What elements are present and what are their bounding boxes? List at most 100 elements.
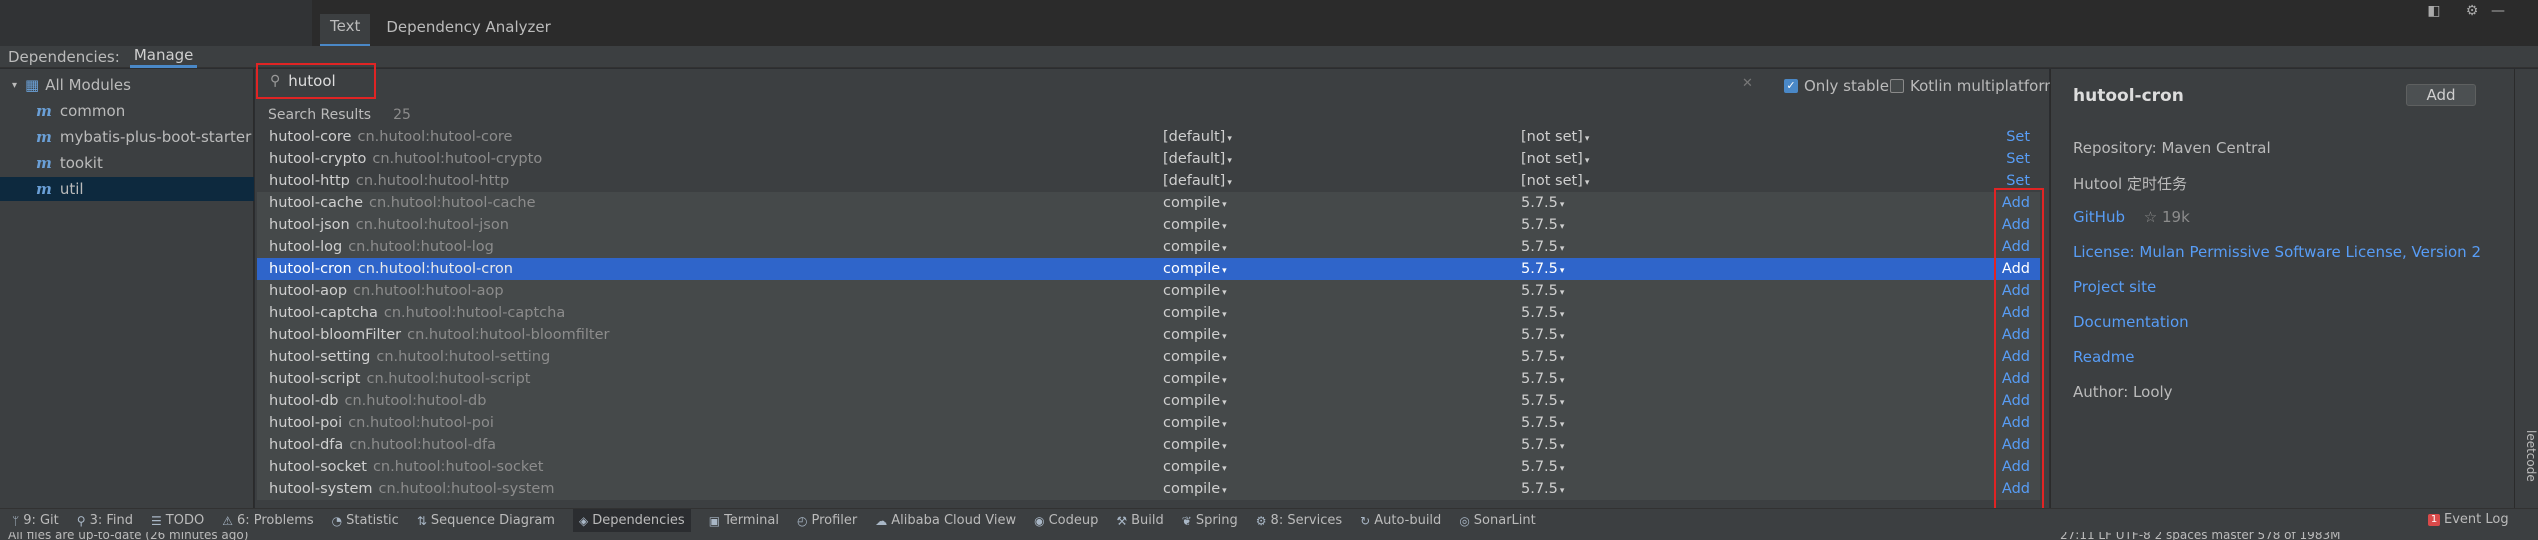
tool-button-3-find[interactable]: ⚲ 3: Find [77, 513, 133, 528]
scope-dropdown[interactable]: compile ▾ [1163, 239, 1227, 255]
scope-dropdown[interactable]: compile ▾ [1163, 327, 1227, 343]
version-dropdown[interactable]: 5.7.5 ▾ [1521, 217, 1564, 233]
kotlin-multiplatform-checkbox[interactable]: Kotlin multiplatform [1890, 77, 2059, 95]
table-row[interactable]: hutool-cache cn.hutool:hutool-cache compil… [257, 192, 2040, 214]
only-stable-checkbox[interactable]: ✓ Only stable [1784, 77, 1889, 95]
tab-manage[interactable]: Manage [129, 46, 198, 68]
close-icon[interactable]: ✕ [1742, 76, 1753, 91]
add-button[interactable]: Add [2002, 437, 2030, 453]
license-link[interactable]: License: Mulan Permissive Software Licen… [2073, 243, 2481, 261]
table-row[interactable]: hutool-script cn.hutool:hutool-script comp… [257, 368, 2040, 390]
add-button[interactable]: Add [2002, 305, 2030, 321]
tab-dependency-analyzer[interactable]: Dependency Analyzer [376, 14, 560, 46]
set-button[interactable]: Set [2006, 173, 2030, 189]
version-dropdown[interactable]: 5.7.5 ▾ [1521, 349, 1564, 365]
scope-dropdown[interactable]: compile ▾ [1163, 481, 1227, 497]
scope-dropdown[interactable]: compile ▾ [1163, 349, 1227, 365]
tool-button-terminal[interactable]: ▣ Terminal [709, 513, 779, 528]
add-button[interactable]: Add [2002, 239, 2030, 255]
table-row[interactable]: hutool-bloomFilter cn.hutool:hutool-bloom… [257, 324, 2040, 346]
add-button[interactable]: Add [2002, 349, 2030, 365]
add-button[interactable]: Add [2002, 195, 2030, 211]
table-row[interactable]: hutool-db cn.hutool:hutool-db compile ▾ 5.7.… [257, 390, 2040, 412]
tool-button-9-git[interactable]: ᛘ 9: Git [12, 513, 59, 528]
version-dropdown[interactable]: 5.7.5 ▾ [1521, 393, 1564, 409]
readme-link[interactable]: Readme [2073, 348, 2135, 366]
tool-button-6-problems[interactable]: ⚠ 6: Problems [222, 513, 313, 528]
gear-icon[interactable]: ⚙ [2464, 3, 2480, 19]
tool-button-statistic[interactable]: ◔ Statistic [332, 513, 399, 528]
documentation-link[interactable]: Documentation [2073, 313, 2189, 331]
scope-dropdown[interactable]: compile ▾ [1163, 393, 1227, 409]
version-dropdown[interactable]: 5.7.5 ▾ [1521, 195, 1564, 211]
scope-dropdown[interactable]: compile ▾ [1163, 371, 1227, 387]
add-button[interactable]: Add [2002, 327, 2030, 343]
minimize-icon[interactable]: — [2490, 3, 2506, 19]
project-site-link[interactable]: Project site [2073, 278, 2156, 296]
tool-button-spring[interactable]: ❦ Spring [1182, 513, 1238, 528]
tool-button-sequence-diagram[interactable]: ⇅ Sequence Diagram [417, 513, 555, 528]
scope-dropdown[interactable]: compile ▾ [1163, 415, 1227, 431]
tool-button-build[interactable]: ⚒ Build [1116, 513, 1163, 528]
module-item-common[interactable]: m common [0, 99, 254, 123]
scope-dropdown[interactable]: compile ▾ [1163, 283, 1227, 299]
tool-button-auto-build[interactable]: ↻ Auto-build [1360, 513, 1441, 528]
table-row[interactable]: hutool-system cn.hutool:hutool-system comp… [257, 478, 2040, 500]
scope-dropdown[interactable]: compile ▾ [1163, 305, 1227, 321]
scope-dropdown[interactable]: [default] ▾ [1163, 151, 1232, 167]
set-button[interactable]: Set [2006, 151, 2030, 167]
table-row[interactable]: hutool-poi cn.hutool:hutool-poi compile ▾ 5.… [257, 412, 2040, 434]
table-row[interactable]: hutool-http cn.hutool:hutool-http [default… [257, 170, 2040, 192]
table-row[interactable]: hutool-setting cn.hutool:hutool-setting co… [257, 346, 2040, 368]
add-button[interactable]: Add [2002, 393, 2030, 409]
scope-dropdown[interactable]: compile ▾ [1163, 195, 1227, 211]
search-input-value[interactable]: hutool [288, 72, 335, 90]
tool-button-profiler[interactable]: ◴ Profiler [797, 513, 857, 528]
add-button[interactable]: Add [2002, 481, 2030, 497]
module-item-util[interactable]: m util [0, 177, 254, 201]
module-tree-root[interactable]: ▾ ▦ All Modules [0, 73, 254, 97]
table-row[interactable]: hutool-socket cn.hutool:hutool-socket comp… [257, 456, 2040, 478]
version-dropdown[interactable]: 5.7.5 ▾ [1521, 371, 1564, 387]
tool-button-dependencies[interactable]: ◈ Dependencies [572, 508, 691, 533]
set-button[interactable]: Set [2006, 129, 2030, 145]
version-dropdown[interactable]: 5.7.5 ▾ [1521, 283, 1564, 299]
chevron-down-icon[interactable]: ▾ [12, 80, 17, 91]
table-row[interactable]: hutool-json cn.hutool:hutool-json compile ▾… [257, 214, 2040, 236]
version-dropdown[interactable]: 5.7.5 ▾ [1521, 305, 1564, 321]
version-dropdown[interactable]: 5.7.5 ▾ [1521, 415, 1564, 431]
tool-button-codeup[interactable]: ◉ Codeup [1034, 513, 1098, 528]
version-dropdown[interactable]: [not set] ▾ [1521, 173, 1589, 189]
search-input[interactable]: ⚲ hutool [256, 63, 376, 99]
module-item-mybatis-plus-boot-starter[interactable]: m mybatis-plus-boot-starter [0, 125, 254, 149]
leetcode-plugin-tab[interactable]: leetcode [2514, 430, 2538, 482]
checkbox-checked-icon[interactable]: ✓ [1784, 79, 1798, 93]
details-add-button[interactable]: Add [2406, 84, 2476, 106]
event-log-button[interactable]: 1 Event Log [2428, 512, 2509, 527]
version-dropdown[interactable]: [not set] ▾ [1521, 129, 1589, 145]
module-item-tookit[interactable]: m tookit [0, 151, 254, 175]
tab-text[interactable]: Text [320, 14, 371, 46]
checkbox-unchecked-icon[interactable] [1890, 79, 1904, 93]
version-dropdown[interactable]: 5.7.5 ▾ [1521, 327, 1564, 343]
scope-dropdown[interactable]: compile ▾ [1163, 459, 1227, 475]
table-row[interactable]: hutool-crypto cn.hutool:hutool-crypto [def… [257, 148, 2040, 170]
scope-dropdown[interactable]: [default] ▾ [1163, 173, 1232, 189]
github-link[interactable]: GitHub [2073, 208, 2125, 226]
tool-button-8-services[interactable]: ⚙ 8: Services [1256, 513, 1342, 528]
table-row[interactable]: hutool-aop cn.hutool:hutool-aop compile ▾ 5.… [257, 280, 2040, 302]
table-row[interactable]: hutool-captcha cn.hutool:hutool-captcha co… [257, 302, 2040, 324]
version-dropdown[interactable]: 5.7.5 ▾ [1521, 459, 1564, 475]
version-dropdown[interactable]: 5.7.5 ▾ [1521, 261, 1564, 277]
scope-dropdown[interactable]: compile ▾ [1163, 261, 1227, 277]
tool-button-todo[interactable]: ☰ TODO [151, 513, 204, 528]
add-button[interactable]: Add [2002, 371, 2030, 387]
version-dropdown[interactable]: 5.7.5 ▾ [1521, 481, 1564, 497]
add-button[interactable]: Add [2002, 415, 2030, 431]
scope-dropdown[interactable]: [default] ▾ [1163, 129, 1232, 145]
version-dropdown[interactable]: 5.7.5 ▾ [1521, 437, 1564, 453]
scope-dropdown[interactable]: compile ▾ [1163, 217, 1227, 233]
version-dropdown[interactable]: [not set] ▾ [1521, 151, 1589, 167]
layout-icon[interactable]: ◧ [2426, 3, 2442, 19]
table-row[interactable]: hutool-log cn.hutool:hutool-log compile ▾ 5.… [257, 236, 2040, 258]
